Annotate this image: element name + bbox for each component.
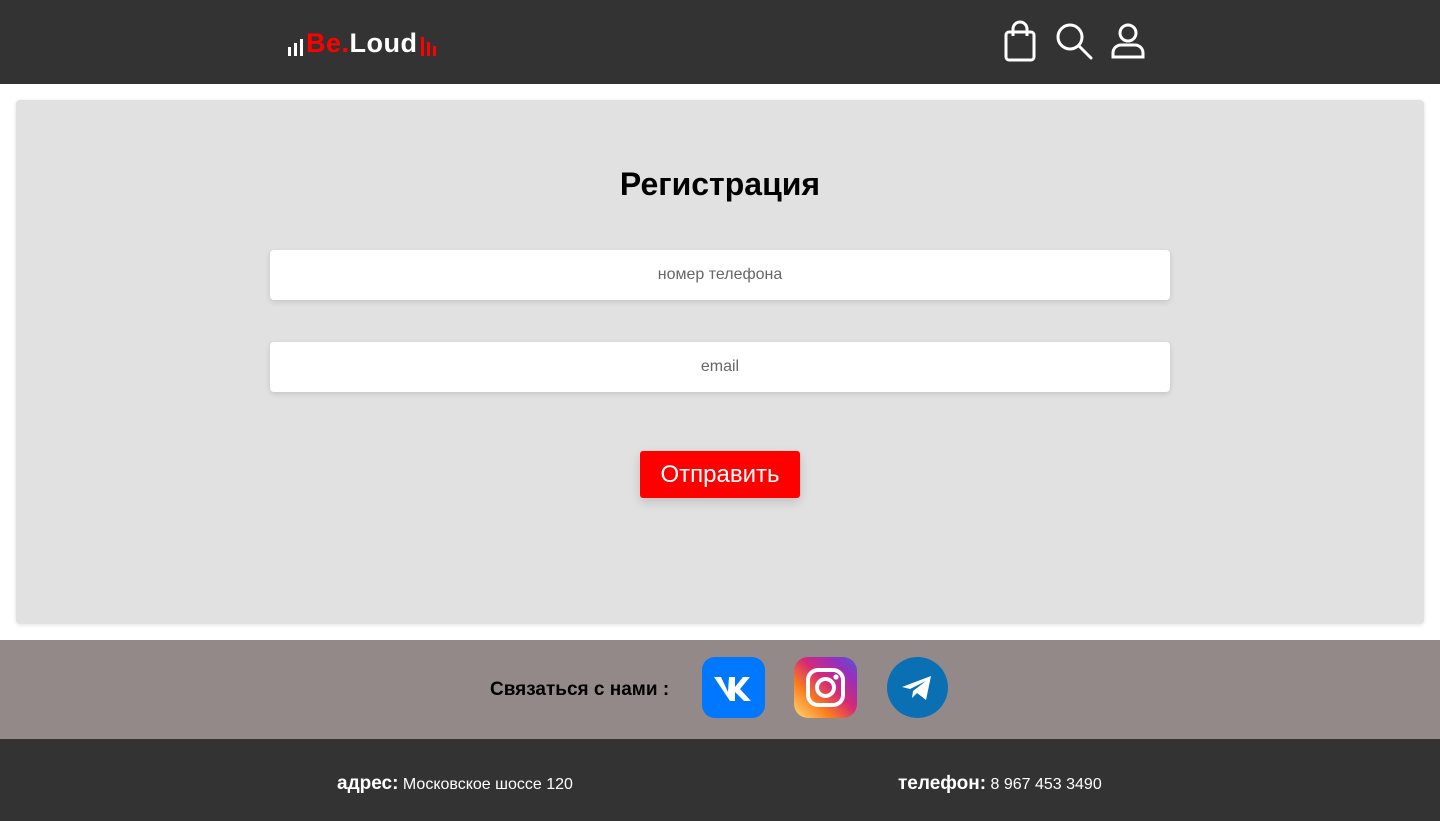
phone-label: телефон: <box>898 773 987 794</box>
logo-bars-right <box>420 36 436 56</box>
address-value: Московское шоссе 120 <box>402 776 573 793</box>
telegram-icon[interactable] <box>886 657 949 718</box>
vk-icon[interactable] <box>702 657 765 718</box>
logo[interactable]: Be. Loud <box>288 26 439 58</box>
address-label: адрес: <box>337 773 399 794</box>
footer-phone: телефон: 8 967 453 3490 <box>898 773 1102 795</box>
header-icons <box>1000 18 1148 64</box>
user-icon[interactable] <box>1108 19 1148 63</box>
page-title: Регистрация <box>619 166 821 202</box>
footer <box>0 739 1440 821</box>
phone-value: 8 967 453 3490 <box>990 776 1102 793</box>
logo-text-be: Be. <box>306 28 350 58</box>
phone-input[interactable] <box>270 250 1170 300</box>
contact-label: Связаться с нами : <box>490 679 670 700</box>
email-input[interactable] <box>270 342 1170 392</box>
logo-bars-left <box>288 36 303 56</box>
cart-icon[interactable] <box>1000 19 1040 63</box>
submit-button[interactable]: Отправить <box>640 451 800 498</box>
search-icon[interactable] <box>1054 19 1094 63</box>
instagram-icon[interactable] <box>794 657 857 718</box>
header: Be. Loud <box>0 0 1440 84</box>
footer-address: адрес: Московское шоссе 120 <box>337 773 573 795</box>
logo-text-loud: Loud <box>349 28 418 58</box>
